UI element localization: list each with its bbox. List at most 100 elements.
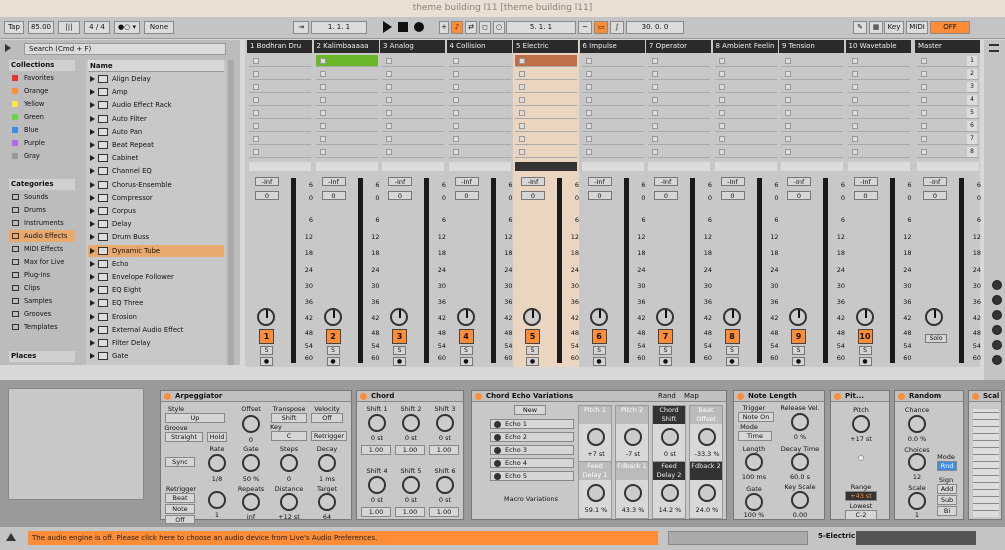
clip-stop-icon[interactable] — [519, 136, 525, 142]
track-activator-button[interactable]: 8 — [724, 329, 740, 344]
solo-button[interactable]: S — [260, 346, 273, 355]
clip-stop-icon[interactable] — [386, 123, 392, 129]
clip-stop-icon[interactable] — [452, 84, 459, 90]
pan-field[interactable]: 0 — [255, 191, 279, 200]
new-variation-button[interactable]: New — [514, 405, 546, 415]
sign-bi-button[interactable]: Bi — [937, 506, 957, 516]
expand-triangle-icon[interactable] — [90, 194, 95, 201]
side-control-icon[interactable] — [992, 355, 1002, 365]
scene-launch-icon[interactable] — [921, 136, 927, 142]
clip-stop-icon[interactable] — [652, 123, 658, 129]
file-item[interactable]: EQ Eight — [88, 284, 224, 296]
clip-slot[interactable] — [714, 68, 777, 80]
steps-knob[interactable] — [280, 454, 298, 472]
clip-stop-icon[interactable] — [452, 110, 459, 116]
send-knob[interactable] — [789, 308, 807, 326]
tap-button[interactable]: Tap — [4, 21, 24, 34]
track-activator-button[interactable]: 5 — [525, 329, 540, 344]
clip-slot[interactable] — [581, 94, 644, 106]
macro-control[interactable]: Feed Delay 1 59.1 % — [578, 461, 612, 519]
clip-stop-icon[interactable] — [319, 58, 326, 64]
arm-button[interactable]: ● — [659, 357, 672, 366]
clip-stop-icon[interactable] — [519, 110, 525, 116]
clip-slot[interactable]: 3 — [917, 81, 979, 93]
clip-slot[interactable] — [648, 120, 710, 132]
key-scale-knob[interactable] — [791, 491, 809, 509]
expand-triangle-icon[interactable] — [90, 300, 95, 307]
chance-knob[interactable] — [908, 415, 926, 433]
send-knob[interactable] — [722, 308, 741, 326]
midi-map-button[interactable]: MIDI — [906, 21, 928, 34]
pan-field[interactable]: 0 — [454, 191, 479, 200]
clip-slot[interactable] — [382, 94, 444, 106]
clip-stop-icon[interactable] — [851, 110, 858, 116]
clip-slot[interactable] — [648, 94, 710, 106]
clip-slot[interactable] — [382, 55, 444, 67]
collection-item[interactable]: Gray — [9, 150, 75, 162]
clip-slot[interactable] — [515, 146, 577, 158]
metronome-icon[interactable]: ●○ ▾ — [114, 21, 140, 34]
scene-number[interactable]: 6 — [967, 121, 977, 131]
scene-launch-icon[interactable] — [921, 123, 927, 129]
clip-slot[interactable] — [515, 133, 577, 145]
file-item[interactable]: Gate — [88, 350, 224, 362]
device-on-icon[interactable] — [475, 393, 482, 400]
clip-slot[interactable] — [249, 146, 311, 158]
solo-button[interactable]: S — [792, 346, 805, 355]
clip-stop-bar[interactable] — [714, 162, 777, 171]
device-on-icon[interactable] — [898, 393, 905, 400]
solo-button[interactable]: S — [858, 346, 872, 355]
file-list-scrollbar[interactable] — [228, 60, 234, 365]
clip-stop-icon[interactable] — [851, 71, 858, 77]
record-icon[interactable] — [414, 22, 424, 32]
arm-button[interactable]: ● — [792, 357, 805, 366]
clip-stop-icon[interactable] — [785, 136, 791, 142]
clip-stop-icon[interactable] — [253, 97, 259, 103]
send-knob[interactable] — [855, 308, 874, 326]
name-column-header[interactable]: Name — [88, 60, 224, 72]
clip-stop-icon[interactable] — [785, 84, 791, 90]
shift-knob[interactable] — [368, 476, 386, 494]
choices-knob[interactable] — [908, 453, 926, 471]
scene-number[interactable]: 5 — [967, 108, 977, 118]
category-item[interactable]: Clips — [9, 282, 75, 294]
clip-slot[interactable] — [714, 107, 777, 119]
clip-slot[interactable] — [515, 94, 577, 106]
clip-stop-icon[interactable] — [585, 149, 592, 155]
clip-slot[interactable] — [448, 55, 511, 67]
mode-button[interactable]: Time — [738, 431, 772, 441]
target-knob[interactable] — [318, 493, 336, 511]
expand-triangle-icon[interactable] — [90, 353, 95, 360]
clip-stop-icon[interactable] — [851, 149, 858, 155]
clip-slot[interactable] — [249, 94, 311, 106]
clip-stop-icon[interactable] — [585, 97, 592, 103]
expand-triangle-icon[interactable] — [90, 115, 95, 122]
file-item[interactable]: Dynamic Tube — [88, 244, 224, 257]
track-header[interactable]: 10 Wavetable — [845, 40, 911, 53]
clip-slot[interactable] — [581, 133, 644, 145]
punch-in-icon[interactable]: ~ — [578, 21, 592, 34]
chain-item[interactable]: Echo 2 — [490, 432, 574, 442]
clip-slot[interactable] — [781, 133, 843, 145]
clip-stop-bar[interactable] — [249, 162, 311, 171]
map-button[interactable]: Map — [684, 392, 699, 400]
clip-stop-icon[interactable] — [319, 136, 326, 142]
volume-field[interactable]: -Inf — [321, 177, 346, 186]
clip-slot[interactable]: 6 — [917, 120, 979, 132]
key-map-button[interactable]: Key — [884, 21, 904, 34]
macro-knob[interactable] — [698, 484, 716, 502]
clip-slot[interactable]: 8 — [917, 146, 979, 158]
clip-stop-icon[interactable] — [386, 84, 392, 90]
clip-slot[interactable] — [581, 107, 644, 119]
clip-slot[interactable]: 1 — [917, 55, 979, 67]
expand-icon[interactable] — [6, 533, 16, 541]
device-on-icon[interactable] — [834, 393, 841, 400]
sync-button[interactable]: Sync — [165, 457, 195, 467]
clip-stop-icon[interactable] — [386, 149, 392, 155]
clip-stop-icon[interactable] — [718, 84, 725, 90]
loop-start-field[interactable]: 5. 1. 1 — [506, 21, 576, 34]
scene-launch-icon[interactable] — [921, 84, 927, 90]
clip-stop-icon[interactable] — [718, 97, 725, 103]
velocity-retrigger-button[interactable]: Retrigger — [311, 431, 347, 441]
clip-stop-icon[interactable] — [452, 123, 459, 129]
